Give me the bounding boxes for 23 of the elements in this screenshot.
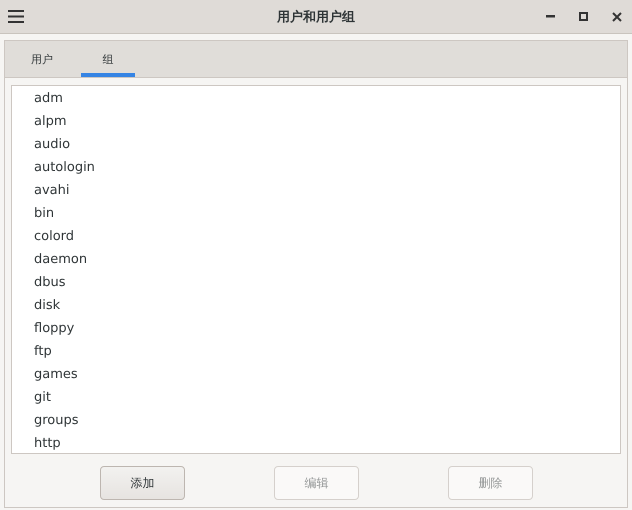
group-item[interactable]: audio [12,133,620,156]
group-item[interactable]: floppy [12,317,620,340]
group-item[interactable]: autologin [12,156,620,179]
group-item[interactable]: adm [12,87,620,110]
maximize-icon[interactable] [579,12,588,21]
group-item[interactable]: git [12,386,620,409]
group-item[interactable]: disk [12,294,620,317]
group-item[interactable]: games [12,363,620,386]
group-item[interactable]: ftp [12,340,620,363]
group-item[interactable]: groups [12,409,620,432]
group-item[interactable]: alpm [12,110,620,133]
group-item[interactable]: daemon [12,248,620,271]
close-icon[interactable] [612,12,622,22]
minimize-icon[interactable] [546,15,555,18]
group-item[interactable]: http [12,432,620,453]
group-item[interactable]: avahi [12,179,620,202]
group-item[interactable]: dbus [12,271,620,294]
action-button[interactable]: 添加 [100,466,185,500]
group-item[interactable]: bin [12,202,620,225]
window-title: 用户和用户组 [277,8,355,26]
menu-icon[interactable] [8,10,24,23]
tab[interactable]: 用户 [15,41,69,77]
group-item[interactable]: colord [12,225,620,248]
